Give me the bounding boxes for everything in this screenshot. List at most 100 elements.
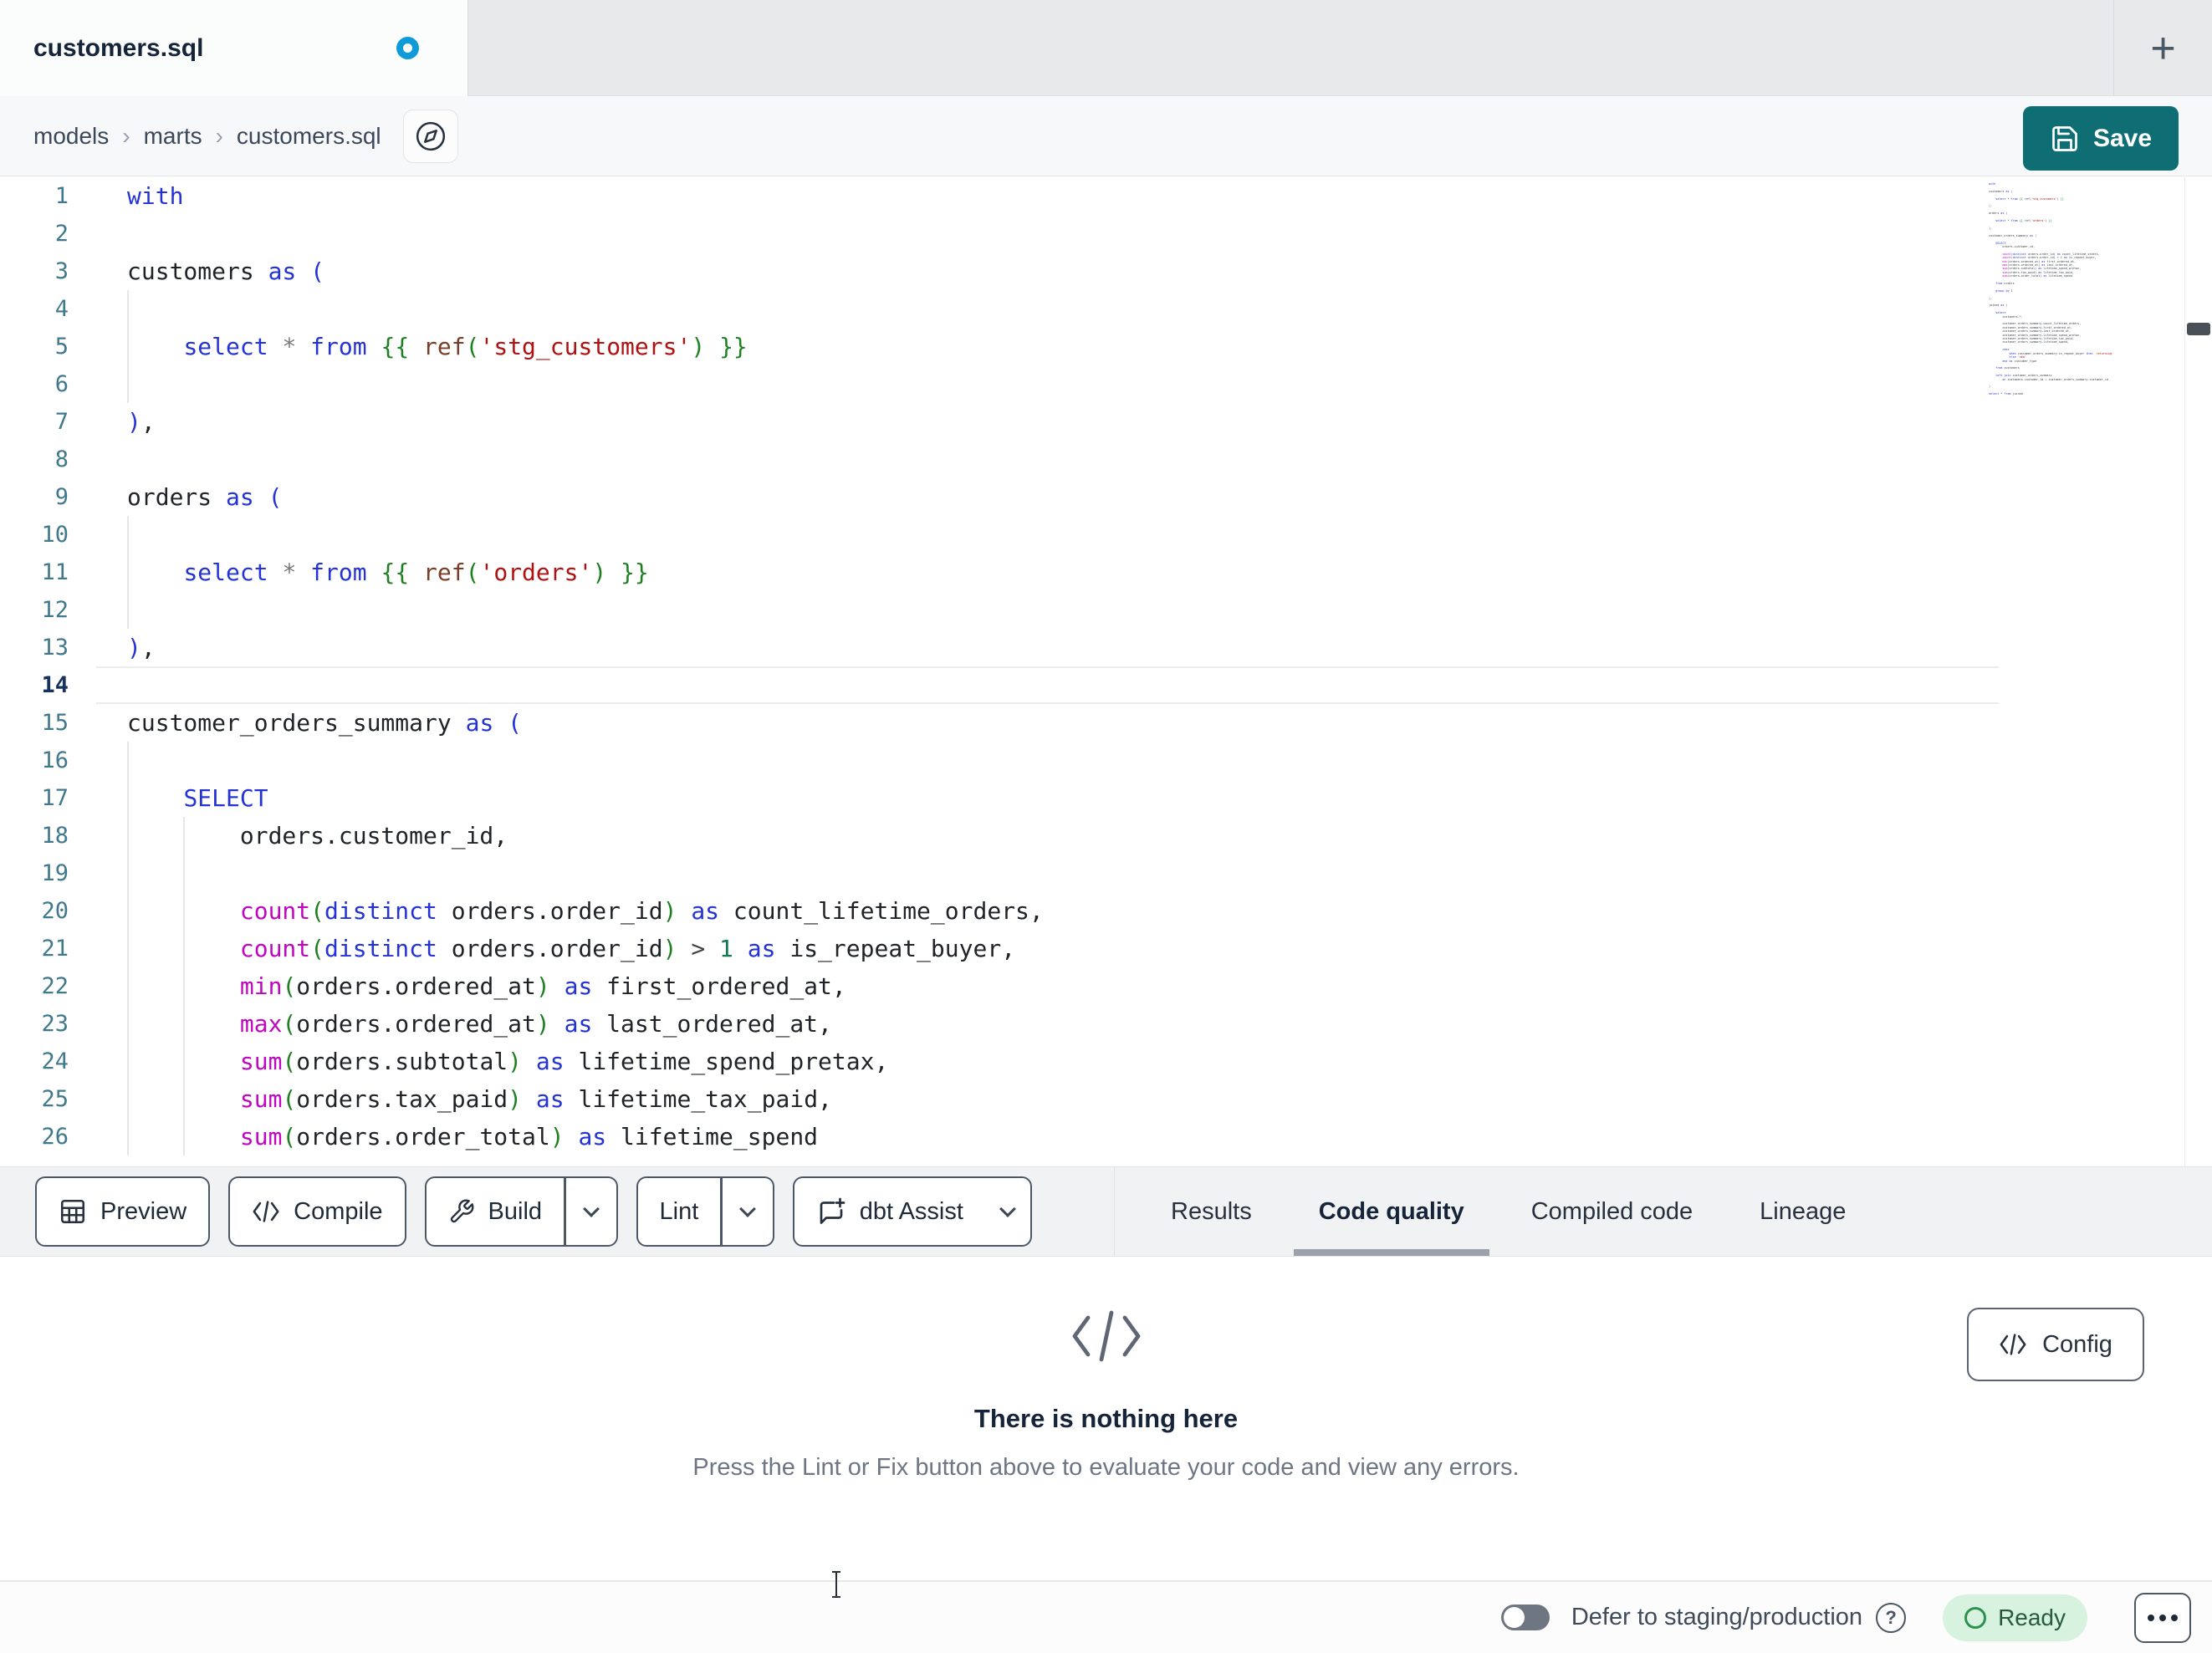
code-line[interactable]: 5 select * from {{ ref('stg_customers') … bbox=[0, 328, 1999, 365]
help-icon[interactable]: ? bbox=[1876, 1602, 1907, 1633]
line-number: 18 bbox=[41, 823, 69, 849]
chevron-down-button[interactable] bbox=[985, 1178, 1030, 1245]
code-line[interactable]: 22 min(orders.ordered_at) as first_order… bbox=[0, 967, 1999, 1005]
line-number: 23 bbox=[41, 1011, 69, 1037]
line-number: 19 bbox=[41, 860, 69, 886]
tab-title: customers.sql bbox=[33, 33, 204, 62]
code-text: ), bbox=[127, 634, 156, 661]
breadcrumb-models[interactable]: models bbox=[33, 123, 109, 150]
new-tab-button[interactable]: + bbox=[2113, 0, 2212, 96]
code-text: SELECT bbox=[183, 784, 268, 812]
code-line[interactable]: 24 sum(orders.subtotal) as lifetime_spen… bbox=[0, 1043, 1999, 1080]
indent-guide bbox=[127, 290, 129, 403]
line-number: 5 bbox=[54, 334, 69, 360]
code-text: max(orders.ordered_at) as last_ordered_a… bbox=[239, 1010, 832, 1038]
empty-state-title: There is nothing here bbox=[973, 1404, 1239, 1433]
code-line[interactable]: 6 bbox=[0, 365, 1999, 403]
code-line[interactable]: 23 max(orders.ordered_at) as last_ordere… bbox=[0, 1005, 1999, 1043]
lineage-compass-button[interactable] bbox=[402, 109, 458, 163]
tab-compiled-code[interactable]: Compiled code bbox=[1531, 1167, 1693, 1256]
status-text: Ready bbox=[1998, 1604, 2066, 1630]
code-editor[interactable]: 1 with 2 3 customers as (4 5 select * from {{… bbox=[0, 177, 2212, 1166]
line-number: 7 bbox=[54, 409, 69, 435]
wrench-icon bbox=[448, 1198, 475, 1225]
save-button[interactable]: Save bbox=[2023, 106, 2179, 171]
chevron-down-icon bbox=[582, 1200, 600, 1217]
indent-guide bbox=[183, 817, 185, 1156]
code-line[interactable]: 25 sum(orders.tax_paid) as lifetime_tax_… bbox=[0, 1080, 1999, 1118]
line-number: 11 bbox=[41, 559, 69, 585]
code-line[interactable]: 10 bbox=[0, 516, 1999, 554]
save-floppy-icon bbox=[2052, 125, 2077, 151]
breadcrumb-marts[interactable]: marts bbox=[144, 123, 202, 150]
breadcrumb-separator: › bbox=[122, 122, 130, 149]
line-number: 9 bbox=[54, 484, 69, 510]
chevron-down-button[interactable] bbox=[566, 1178, 616, 1245]
dbt-assist-button[interactable]: dbt Assist bbox=[792, 1176, 1032, 1247]
code-line[interactable]: 9 orders as ( bbox=[0, 478, 1999, 516]
text-cursor bbox=[832, 1571, 840, 1598]
breadcrumb-bar: models › marts › customers.sql Save bbox=[0, 96, 2212, 176]
code-line[interactable]: 17 SELECT bbox=[0, 779, 1999, 817]
more-options-button[interactable] bbox=[2134, 1592, 2191, 1643]
code-line[interactable]: 14 bbox=[0, 666, 1999, 704]
tab-code-quality[interactable]: Code quality bbox=[1293, 1167, 1489, 1256]
code-line[interactable]: 8 bbox=[0, 441, 1999, 478]
code-line[interactable]: 18 orders.customer_id, bbox=[0, 817, 1999, 855]
line-number: 24 bbox=[41, 1048, 69, 1074]
code-line[interactable]: 3 customers as ( bbox=[0, 253, 1999, 290]
code-text: count(distinct orders.order_id) as count… bbox=[239, 897, 1044, 925]
code-line[interactable]: 16 bbox=[0, 742, 1999, 779]
code-line[interactable]: 19 bbox=[0, 855, 1999, 892]
code-line[interactable]: 12 bbox=[0, 591, 1999, 629]
tab-lineage[interactable]: Lineage bbox=[1760, 1167, 1846, 1256]
scrollbar-thumb[interactable] bbox=[2187, 323, 2210, 335]
code-line[interactable]: 4 bbox=[0, 290, 1999, 328]
tab-customers-sql[interactable]: customers.sql bbox=[0, 0, 468, 96]
code-line[interactable]: 1 with bbox=[0, 177, 1999, 215]
code-line[interactable]: 20 count(distinct orders.order_id) as co… bbox=[0, 892, 1999, 930]
editor-scrollbar[interactable] bbox=[2184, 177, 2212, 1166]
code-text: customers as ( bbox=[127, 258, 325, 285]
line-number: 22 bbox=[41, 973, 69, 999]
code-line[interactable]: 26 sum(orders.order_total) as lifetime_s… bbox=[0, 1118, 1999, 1156]
code-line[interactable]: 15 customer_orders_summary as ( bbox=[0, 704, 1999, 742]
table-icon bbox=[59, 1197, 87, 1226]
code-line[interactable]: 7), bbox=[0, 403, 1999, 441]
chevron-down-icon bbox=[738, 1200, 756, 1217]
code-line[interactable]: 13), bbox=[0, 629, 1999, 666]
preview-button[interactable]: Preview bbox=[35, 1176, 211, 1247]
code-text: sum(orders.subtotal) as lifetime_spend_p… bbox=[239, 1048, 889, 1075]
button-label: Compile bbox=[294, 1197, 383, 1225]
action-strip: Preview Compile Build Lint dbt Assist Result… bbox=[0, 1166, 2212, 1257]
chevron-down-button[interactable] bbox=[723, 1178, 773, 1245]
indent-guide bbox=[127, 742, 129, 1156]
code-line[interactable]: 21 count(distinct orders.order_id) > 1 a… bbox=[0, 930, 1999, 967]
unsaved-changes-dot-icon bbox=[396, 37, 419, 59]
save-label: Save bbox=[2092, 124, 2153, 152]
dot-icon bbox=[2159, 1614, 2166, 1621]
compile-button[interactable]: Compile bbox=[228, 1176, 406, 1247]
line-number: 10 bbox=[41, 522, 69, 548]
line-number: 13 bbox=[41, 635, 69, 661]
minimap[interactable]: with customers as ( select * from {{ ref… bbox=[1989, 182, 2177, 416]
defer-toggle[interactable] bbox=[1500, 1605, 1550, 1630]
code-text: orders.customer_id, bbox=[239, 822, 508, 849]
editor-tab-bar: customers.sql + bbox=[0, 0, 2212, 96]
status-badge: Ready bbox=[1943, 1594, 2087, 1641]
build-button[interactable]: Build bbox=[424, 1176, 618, 1247]
lint-button[interactable]: Lint bbox=[636, 1176, 774, 1247]
code-text: customer_orders_summary as ( bbox=[127, 709, 523, 737]
code-text bbox=[96, 666, 1999, 704]
code-quality-panel: Config There is nothing here Press the L… bbox=[0, 1257, 2212, 1580]
code-line[interactable]: 2 bbox=[0, 215, 1999, 253]
line-number: 4 bbox=[54, 296, 69, 322]
code-line[interactable]: 11 select * from {{ ref('orders') }} bbox=[0, 554, 1999, 591]
empty-state-subtitle: Press the Lint or Fix button above to ev… bbox=[692, 1454, 1520, 1481]
tab-results[interactable]: Results bbox=[1171, 1167, 1252, 1256]
